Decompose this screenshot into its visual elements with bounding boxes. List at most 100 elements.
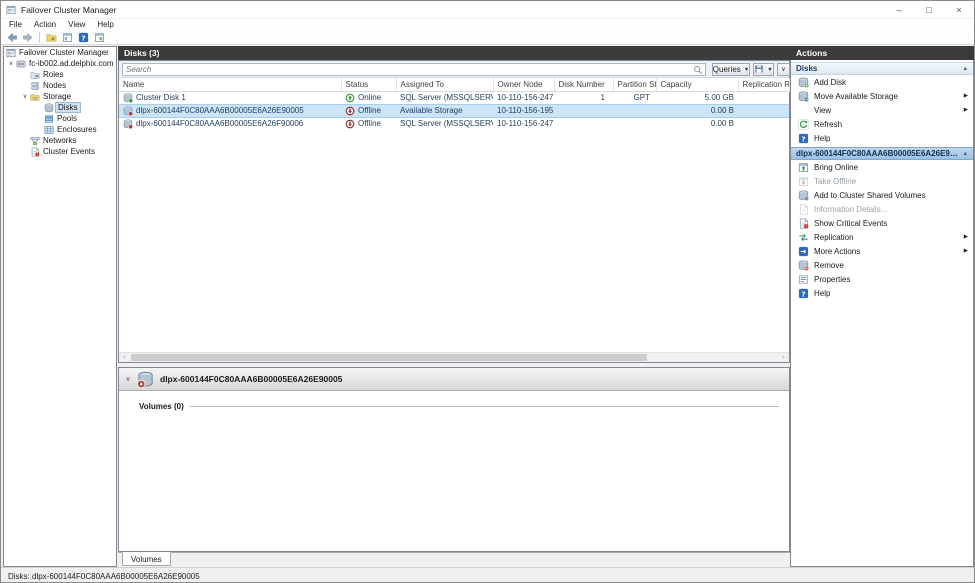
new-window-button[interactable] bbox=[91, 31, 107, 44]
toolbar-help-button[interactable]: ? bbox=[75, 31, 91, 44]
owner-node: 10-110-156-247 bbox=[497, 119, 553, 128]
disk-number: 1 bbox=[601, 93, 605, 102]
export-list-button[interactable] bbox=[43, 31, 59, 44]
detail-collapse-chevron-icon[interactable]: ∨ bbox=[119, 375, 137, 383]
action-show-critical-events[interactable]: !Show Critical Events bbox=[791, 216, 973, 230]
action-bring-online[interactable]: Bring Online bbox=[791, 160, 973, 174]
action-replication[interactable]: Replication▶ bbox=[791, 230, 973, 244]
scroll-right-icon[interactable]: › bbox=[778, 353, 789, 362]
disk-detail-pane: ∨ dlpx-600144F0C80AAA6B00005E6A26E90005 … bbox=[118, 367, 790, 552]
action-label: Help bbox=[814, 134, 830, 143]
tree-item-label: Nodes bbox=[41, 81, 68, 90]
action-refresh[interactable]: Refresh bbox=[791, 117, 973, 131]
action-help[interactable]: ? Help bbox=[791, 131, 973, 145]
tree-item-failover-cluster-manager[interactable]: Failover Cluster Manager bbox=[4, 47, 116, 58]
column-header-status[interactable]: Status bbox=[341, 78, 396, 91]
move-storage-icon bbox=[797, 90, 809, 102]
svg-text:?: ? bbox=[801, 134, 805, 143]
tree-item-label: Networks bbox=[41, 136, 78, 145]
section-header-label: dlpx-600144F0C80AAA6B00005E6A26E90005 bbox=[796, 149, 959, 158]
online-status-icon bbox=[345, 93, 355, 103]
action-add-disk[interactable]: Add Disk bbox=[791, 75, 973, 89]
cell: SQL Server (MSSQLSERV.. bbox=[396, 91, 493, 104]
back-button[interactable] bbox=[4, 31, 20, 44]
assigned-to: SQL Server (MSSQLSERV.. bbox=[400, 119, 493, 128]
queries-button[interactable]: Queries▼ bbox=[712, 63, 750, 76]
action-help[interactable]: ?Help bbox=[791, 286, 973, 300]
column-header-assigned-to[interactable]: Assigned To bbox=[396, 78, 493, 91]
tree-item-storage[interactable]: ∨ Storage bbox=[4, 91, 116, 102]
tree-item-pools[interactable]: Pools bbox=[4, 113, 116, 124]
tree-item-cluster-events[interactable]: !Cluster Events bbox=[4, 146, 116, 157]
scroll-left-icon[interactable]: ‹ bbox=[119, 353, 130, 362]
disks-table: NameStatusAssigned ToOwner NodeDisk Numb… bbox=[119, 78, 790, 130]
volumes-group-rule bbox=[190, 406, 779, 407]
scrollbar-thumb[interactable] bbox=[131, 354, 647, 361]
column-header-owner-node[interactable]: Owner Node bbox=[493, 78, 554, 91]
column-header-replication-role[interactable]: Replication Role bbox=[738, 78, 789, 91]
search-row: Queries▼ ▼ ∨ bbox=[119, 61, 789, 78]
action-more-actions[interactable]: More Actions▶ bbox=[791, 244, 973, 258]
action-add-to-cluster-shared-volumes[interactable]: Add to Cluster Shared Volumes bbox=[791, 188, 973, 202]
submenu-arrow-icon: ▶ bbox=[964, 234, 968, 240]
tree-item-fc-ib002-ad-delphix-com[interactable]: ∨ fc-ib002.ad.delphix.com bbox=[4, 58, 116, 69]
capacity: 0.00 B bbox=[711, 106, 734, 115]
action-properties[interactable]: Properties bbox=[791, 272, 973, 286]
tree-item-roles[interactable]: Roles bbox=[4, 69, 116, 80]
enclosures-icon bbox=[44, 124, 55, 135]
queries-button-label: Queries bbox=[713, 65, 741, 74]
search-input[interactable] bbox=[122, 63, 706, 76]
collapse-caret-icon[interactable]: ▲ bbox=[959, 151, 968, 157]
status-text: Disks: dlpx-600144F0C80AAA6B00005E6A26E9… bbox=[8, 572, 200, 581]
horizontal-scrollbar[interactable]: ‹ › bbox=[119, 352, 789, 362]
toolbar-separator bbox=[39, 32, 40, 43]
action-move-available-storage[interactable]: Move Available Storage▶ bbox=[791, 89, 973, 103]
collapse-caret-icon[interactable]: ▲ bbox=[959, 66, 968, 72]
tree-item-disks[interactable]: Disks bbox=[4, 102, 116, 113]
menu-view[interactable]: View bbox=[62, 20, 91, 29]
menu-help[interactable]: Help bbox=[91, 20, 119, 29]
section-header-label: Disks bbox=[796, 64, 817, 73]
tree-item-enclosures[interactable]: Enclosures bbox=[4, 124, 116, 135]
disk-row[interactable]: dlpx-600144F0C80AAA6B00005E6A26E90005 Of… bbox=[119, 104, 789, 117]
detail-pane-header[interactable]: ∨ dlpx-600144F0C80AAA6B00005E6A26E90005 bbox=[119, 368, 789, 391]
tree-item-nodes[interactable]: Nodes bbox=[4, 80, 116, 91]
add-csv-icon bbox=[797, 189, 809, 201]
action-view[interactable]: View▶ bbox=[791, 103, 973, 117]
tree-item-label: Failover Cluster Manager bbox=[17, 48, 111, 57]
mmc-icon bbox=[6, 47, 17, 58]
forward-button[interactable] bbox=[20, 31, 36, 44]
take-offline-icon bbox=[797, 175, 809, 187]
tree-item-networks[interactable]: Networks bbox=[4, 135, 116, 146]
menu-bar: FileActionViewHelp bbox=[1, 19, 974, 30]
action-remove[interactable]: Remove bbox=[791, 258, 973, 272]
tree-expand-chevron-icon[interactable]: ∨ bbox=[6, 60, 16, 67]
disk-name: dlpx-600144F0C80AAA6B00005E6A26F90006 bbox=[136, 119, 303, 128]
show-console-tree-button[interactable] bbox=[59, 31, 75, 44]
column-header-capacity[interactable]: Capacity bbox=[656, 78, 738, 91]
actions-section-header-disks[interactable]: Disks ▲ bbox=[791, 62, 973, 75]
disk-row[interactable]: dlpx-600144F0C80AAA6B00005E6A26F90006 Of… bbox=[119, 117, 789, 130]
actions-section-header-selected-disk[interactable]: dlpx-600144F0C80AAA6B00005E6A26E90005▲ bbox=[791, 147, 973, 160]
restore-button[interactable]: □ bbox=[914, 1, 944, 18]
title-bar: Failover Cluster Manager – □ × bbox=[1, 1, 974, 19]
search-options-chevron-button[interactable]: ∨ bbox=[777, 63, 790, 76]
tree-expand-chevron-icon[interactable]: ∨ bbox=[20, 93, 30, 100]
save-query-button[interactable]: ▼ bbox=[753, 63, 774, 76]
column-header-name[interactable]: Name bbox=[119, 78, 341, 91]
close-button[interactable]: × bbox=[944, 1, 974, 18]
menu-file[interactable]: File bbox=[3, 20, 28, 29]
disk-row[interactable]: Cluster Disk 1 OnlineSQL Server (MSSQLSE… bbox=[119, 91, 789, 104]
toolbar: ? bbox=[1, 30, 974, 45]
console-tree: Failover Cluster Manager∨ fc-ib002.ad.de… bbox=[3, 46, 117, 567]
action-information-details: Information Details... bbox=[791, 202, 973, 216]
volumes-group-label: Volumes (0) bbox=[139, 402, 184, 411]
tab-volumes[interactable]: Volumes bbox=[122, 552, 171, 566]
window-title: Failover Cluster Manager bbox=[21, 5, 116, 15]
menu-action[interactable]: Action bbox=[28, 20, 62, 29]
column-header-partition-style[interactable]: Partition Style bbox=[613, 78, 656, 91]
info-details-icon bbox=[797, 203, 809, 215]
column-header-disk-number[interactable]: Disk Number bbox=[554, 78, 613, 91]
action-label: View bbox=[814, 106, 831, 115]
minimize-button[interactable]: – bbox=[884, 1, 914, 18]
